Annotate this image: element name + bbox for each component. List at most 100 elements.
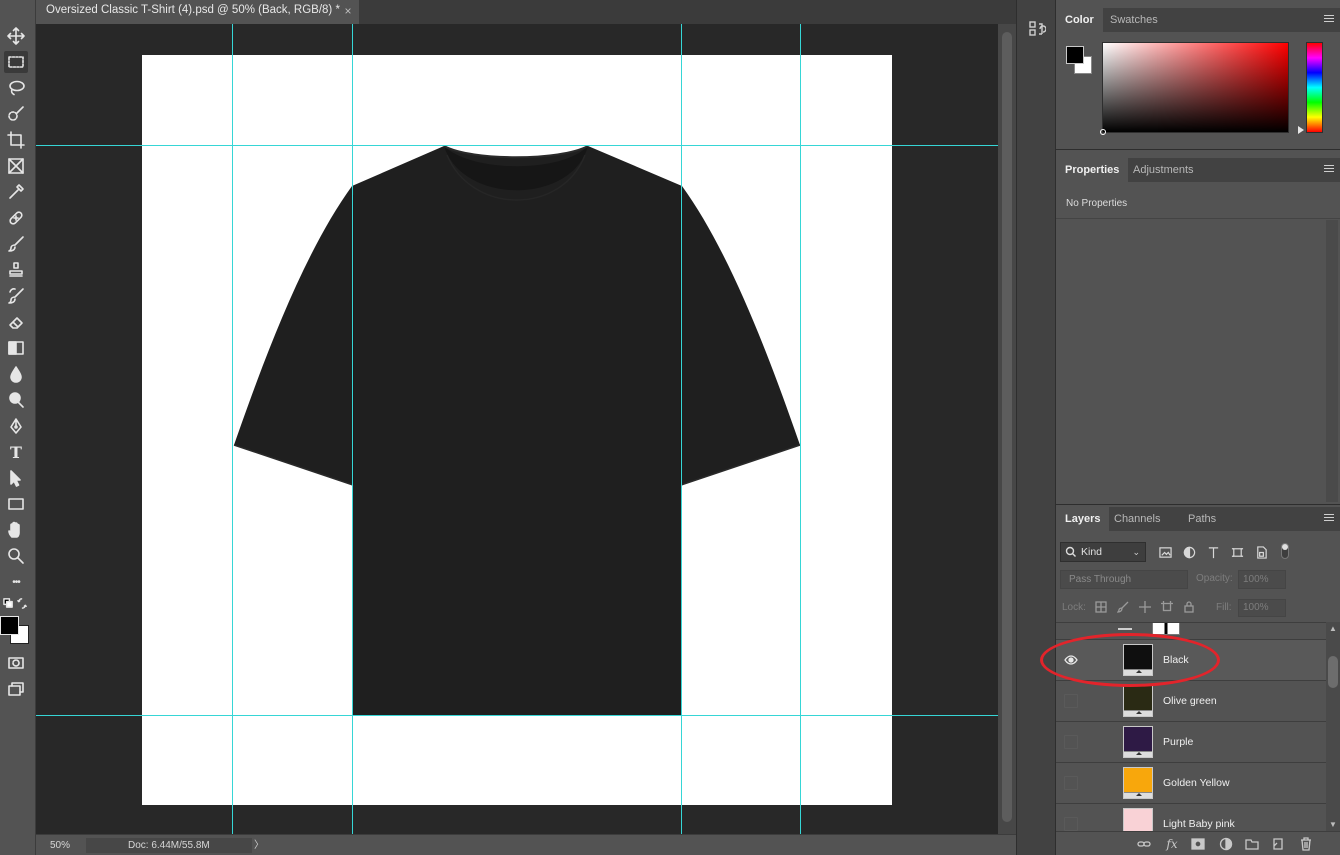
layer-row[interactable]: Light Baby pink — [1056, 804, 1326, 831]
layers-scrollbar[interactable]: ▲ ▼ — [1326, 622, 1340, 831]
tab-adjustments[interactable]: Adjustments — [1124, 158, 1203, 182]
properties-scrollbar[interactable] — [1326, 220, 1338, 502]
tab-channels[interactable]: Channels — [1105, 507, 1169, 531]
hue-slider-marker-icon[interactable] — [1298, 126, 1304, 134]
artboard[interactable] — [142, 55, 892, 805]
spot-healing-brush-tool-icon[interactable] — [4, 207, 28, 229]
layer-thumbnail — [1123, 685, 1153, 717]
layer-name[interactable]: Purple — [1163, 736, 1193, 748]
color-panel-foreground-swatch[interactable] — [1066, 46, 1084, 64]
link-layers-icon[interactable] — [1136, 836, 1152, 852]
layer-row[interactable]: Olive green — [1056, 681, 1326, 722]
close-tab-icon[interactable]: × — [341, 2, 355, 20]
zoom-tool-icon[interactable] — [4, 545, 28, 567]
divider — [1056, 218, 1340, 219]
lock-all-icon[interactable] — [1182, 600, 1196, 614]
panel-menu-icon[interactable] — [1324, 165, 1334, 175]
move-tool-icon[interactable] — [4, 25, 28, 47]
visibility-toggle[interactable] — [1064, 694, 1078, 708]
eyedropper-tool-icon[interactable] — [4, 181, 28, 203]
tab-swatches[interactable]: Swatches — [1101, 8, 1167, 32]
color-picker-field[interactable] — [1100, 42, 1289, 135]
delete-layer-icon[interactable] — [1298, 836, 1314, 852]
visibility-toggle[interactable] — [1064, 735, 1078, 749]
smart-object-filter-icon[interactable] — [1254, 545, 1268, 559]
document-tab[interactable]: Oversized Classic T-Shirt (4).psd @ 50% … — [36, 0, 359, 24]
layer-styles-icon[interactable]: fx — [1164, 836, 1180, 852]
layers-scroll-thumb[interactable] — [1328, 656, 1338, 688]
crop-tool-icon[interactable] — [4, 129, 28, 151]
adjustment-layer-filter-icon[interactable] — [1182, 545, 1196, 559]
default-colors-icon[interactable] — [2, 597, 14, 609]
dodge-tool-icon[interactable] — [4, 389, 28, 411]
brush-tool-icon[interactable] — [4, 233, 28, 255]
lock-position-icon[interactable] — [1138, 600, 1152, 614]
foreground-color-swatch[interactable] — [0, 616, 19, 635]
frame-tool-icon[interactable] — [4, 155, 28, 177]
tab-properties[interactable]: Properties — [1056, 158, 1129, 182]
lock-artboard-icon[interactable] — [1160, 600, 1174, 614]
lock-image-pixels-icon[interactable] — [1116, 600, 1130, 614]
zoom-level-field[interactable]: 50% — [42, 838, 82, 853]
shape-layer-filter-icon[interactable] — [1230, 545, 1244, 559]
layer-name[interactable]: Light Baby pink — [1163, 818, 1235, 830]
new-layer-icon[interactable] — [1270, 836, 1286, 852]
scroll-up-icon[interactable]: ▲ — [1329, 624, 1337, 633]
hand-tool-icon[interactable] — [4, 519, 28, 541]
tab-layers[interactable]: Layers — [1056, 507, 1110, 531]
blend-opacity-row: Pass Through Opacity: 100% — [1060, 570, 1340, 590]
screen-mode-icon[interactable] — [4, 678, 28, 700]
tshirt-image — [233, 145, 801, 715]
photoshop-window: T ••• Oversized Classic T-Shirt (4).psd … — [0, 0, 1340, 855]
type-tool-icon[interactable]: T — [4, 441, 28, 463]
add-mask-icon[interactable] — [1190, 836, 1206, 852]
visibility-toggle[interactable] — [1064, 817, 1078, 831]
layer-name[interactable]: Olive green — [1163, 695, 1217, 707]
filter-toggle-switch[interactable] — [1281, 543, 1289, 559]
clone-stamp-tool-icon[interactable] — [4, 259, 28, 281]
canvas-vertical-scrollbar[interactable] — [998, 24, 1016, 834]
lasso-tool-icon[interactable] — [4, 77, 28, 99]
history-panel-icon[interactable] — [1026, 17, 1048, 41]
eraser-tool-icon[interactable] — [4, 311, 28, 333]
status-menu-arrow-icon[interactable]: 〉 — [254, 838, 266, 853]
gradient-tool-icon[interactable] — [4, 337, 28, 359]
visibility-toggle[interactable] — [1064, 776, 1078, 790]
tab-paths[interactable]: Paths — [1179, 507, 1225, 531]
pen-tool-icon[interactable] — [4, 415, 28, 437]
canvas-scroll-thumb[interactable] — [1002, 32, 1012, 822]
opacity-field[interactable]: 100% — [1238, 570, 1286, 589]
canvas-area[interactable] — [36, 24, 998, 834]
new-group-icon[interactable] — [1244, 836, 1260, 852]
hue-slider[interactable] — [1306, 42, 1323, 133]
tab-color[interactable]: Color — [1056, 8, 1103, 32]
layer-filter-kind-select[interactable]: Kind ⌄ — [1060, 542, 1146, 562]
chevron-down-icon: ⌄ — [1132, 547, 1140, 557]
color-picker-marker[interactable] — [1100, 129, 1106, 135]
rectangular-marquee-tool-icon[interactable] — [4, 51, 28, 73]
scroll-down-icon[interactable]: ▼ — [1329, 820, 1337, 829]
fill-field[interactable]: 100% — [1238, 599, 1286, 617]
type-layer-filter-icon[interactable] — [1206, 545, 1220, 559]
guide-horizontal — [36, 145, 998, 146]
rectangle-tool-icon[interactable] — [4, 493, 28, 515]
blend-mode-select[interactable]: Pass Through — [1060, 570, 1188, 589]
color-panel: Color Swatches — [1056, 8, 1340, 150]
quick-mask-icon[interactable] — [4, 652, 28, 674]
pixel-layer-filter-icon[interactable] — [1158, 545, 1172, 559]
swap-colors-icon[interactable] — [16, 597, 28, 609]
quick-selection-tool-icon[interactable] — [4, 103, 28, 125]
layer-row[interactable]: Golden Yellow — [1056, 763, 1326, 804]
panel-menu-icon[interactable] — [1324, 15, 1334, 25]
lock-transparent-pixels-icon[interactable] — [1094, 600, 1108, 614]
edit-toolbar-icon[interactable]: ••• — [4, 571, 28, 593]
layer-name[interactable]: Golden Yellow — [1163, 777, 1230, 789]
history-brush-tool-icon[interactable] — [4, 285, 28, 307]
blur-tool-icon[interactable] — [4, 363, 28, 385]
properties-panel-tabs: Properties Adjustments — [1056, 158, 1340, 182]
new-adjustment-layer-icon[interactable] — [1218, 836, 1234, 852]
layer-row[interactable]: Purple — [1056, 722, 1326, 763]
layer-color-swatch — [1124, 768, 1152, 792]
path-selection-tool-icon[interactable] — [4, 467, 28, 489]
panel-menu-icon[interactable] — [1324, 514, 1334, 524]
